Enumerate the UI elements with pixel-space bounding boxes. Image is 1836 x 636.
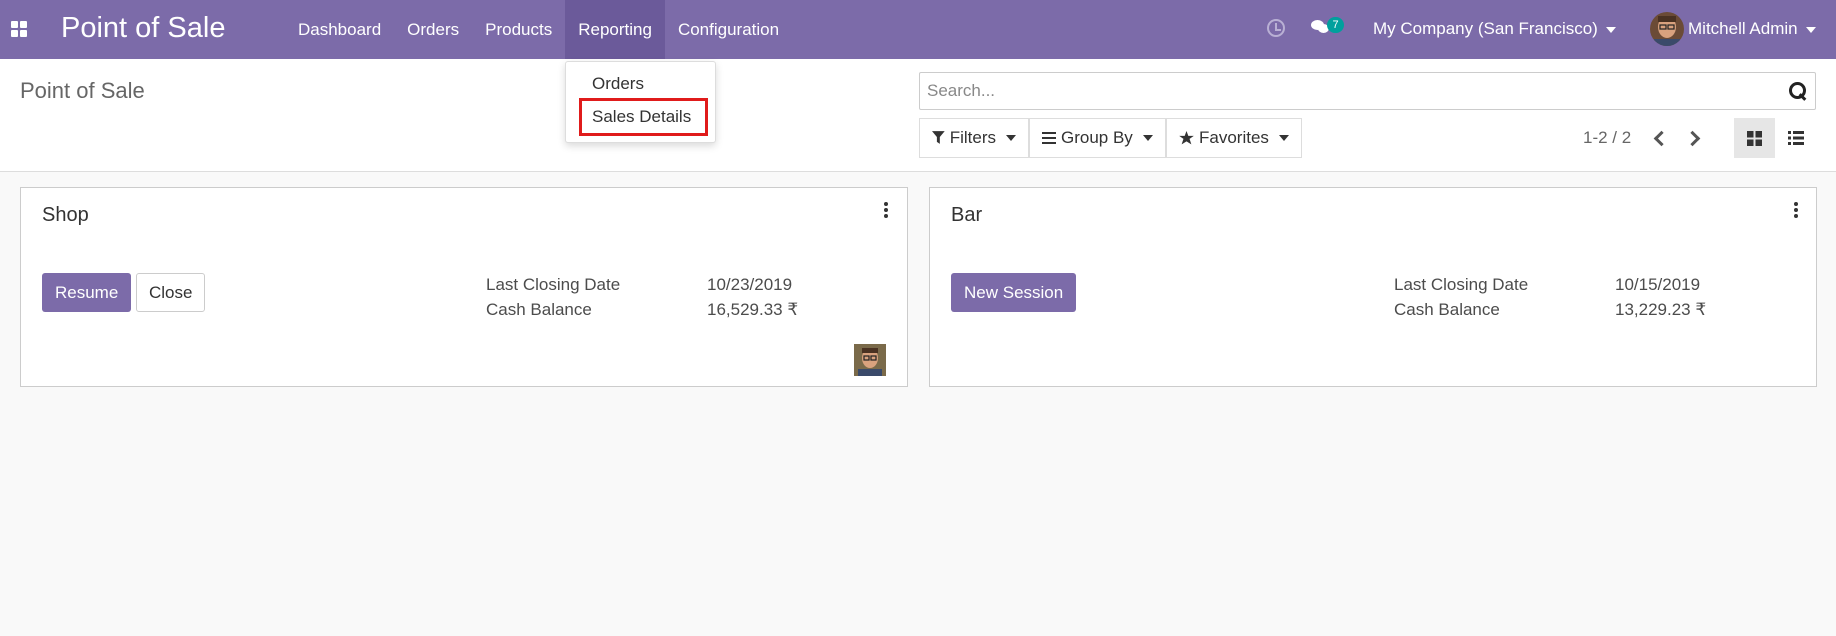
last-closing-label: Last Closing Date — [486, 275, 621, 294]
last-closing-label: Last Closing Date — [1394, 275, 1529, 294]
company-switcher[interactable]: My Company (San Francisco) — [1373, 19, 1616, 39]
favorites-label: Favorites — [1199, 128, 1269, 147]
menu-reporting[interactable]: Reporting — [565, 0, 665, 59]
highlight-box — [579, 98, 708, 136]
reporting-dropdown: Orders Sales Details — [565, 61, 716, 143]
card-title: Bar — [951, 204, 983, 226]
star-icon — [1179, 131, 1194, 145]
filters-label: Filters — [949, 128, 996, 147]
kanban-card-shop: Shop Resume Close Last Closing Date 10/2… — [20, 187, 908, 387]
filters-button[interactable]: Filters — [919, 118, 1029, 158]
caret-down-icon — [1142, 135, 1153, 141]
app-title[interactable]: Point of Sale — [61, 12, 225, 45]
breadcrumb: Point of Sale — [20, 78, 145, 103]
list-view-button[interactable] — [1775, 118, 1816, 158]
apps-grid-icon[interactable] — [11, 21, 27, 37]
control-panel: Point of Sale Filters Group By Favorites… — [0, 59, 1836, 172]
pager-value[interactable]: 1-2 / 2 — [1583, 128, 1631, 148]
caret-down-icon — [1805, 26, 1816, 33]
cash-balance-label: Cash Balance — [1394, 300, 1500, 319]
caret-down-icon — [1605, 26, 1616, 33]
search-box — [919, 72, 1816, 110]
pager-previous-icon[interactable] — [1650, 129, 1668, 147]
menu-configuration[interactable]: Configuration — [665, 0, 792, 59]
user-menu[interactable]: Mitchell Admin — [1688, 19, 1816, 39]
caret-down-icon — [1006, 135, 1016, 141]
filter-icon — [932, 131, 945, 144]
menu-products[interactable]: Products — [472, 0, 565, 59]
search-input[interactable] — [920, 73, 1760, 109]
user-avatar[interactable] — [1650, 12, 1684, 46]
group-by-label: Group By — [1061, 128, 1133, 147]
group-by-button[interactable]: Group By — [1029, 118, 1166, 158]
last-closing-value: 10/23/2019 — [707, 275, 793, 294]
user-avatar — [854, 344, 886, 376]
user-name: Mitchell Admin — [1688, 19, 1798, 38]
main-menu: Dashboard Orders Products Reporting Conf… — [285, 0, 792, 59]
pager-next-icon[interactable] — [1685, 129, 1703, 147]
search-icon[interactable] — [1789, 82, 1807, 100]
caret-down-icon — [1278, 135, 1289, 141]
company-name: My Company (San Francisco) — [1373, 19, 1598, 38]
menu-orders[interactable]: Orders — [394, 0, 472, 59]
close-button[interactable]: Close — [136, 273, 206, 312]
card-title: Shop — [42, 204, 89, 226]
messages-count-badge: 7 — [1327, 17, 1344, 33]
kanban-view-button[interactable] — [1734, 118, 1775, 158]
cash-balance-label: Cash Balance — [486, 300, 592, 319]
activity-clock-icon[interactable] — [1267, 19, 1285, 37]
new-session-button[interactable]: New Session — [951, 273, 1077, 312]
last-closing-value: 10/15/2019 — [1615, 275, 1701, 294]
list-icon — [1787, 131, 1804, 145]
kanban-card-bar: Bar New Session Last Closing Date 10/15/… — [929, 187, 1817, 387]
more-options-icon[interactable] — [883, 202, 889, 220]
group-by-icon — [1042, 132, 1056, 144]
more-options-icon[interactable] — [1793, 202, 1799, 220]
cash-balance-value: 13,229.23 ₹ — [1615, 300, 1707, 319]
cash-balance-value: 16,529.33 ₹ — [707, 300, 799, 319]
resume-button[interactable]: Resume — [42, 273, 132, 312]
kanban-grid-icon — [1747, 130, 1762, 146]
dropdown-item-orders[interactable]: Orders — [592, 74, 644, 94]
top-navbar: Point of Sale Dashboard Orders Products … — [0, 0, 1836, 59]
favorites-button[interactable]: Favorites — [1166, 118, 1302, 158]
menu-dashboard[interactable]: Dashboard — [285, 0, 394, 59]
